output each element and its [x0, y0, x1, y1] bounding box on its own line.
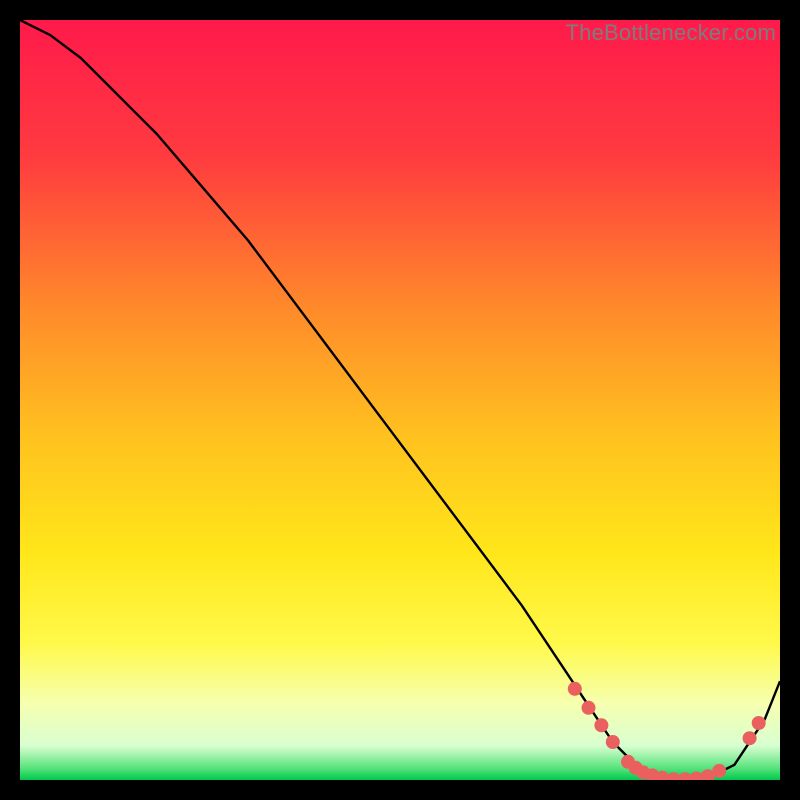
gradient-background — [20, 20, 780, 780]
data-marker — [743, 731, 757, 745]
data-marker — [606, 735, 620, 749]
data-marker — [568, 682, 582, 696]
data-marker — [582, 701, 596, 715]
data-marker — [712, 764, 726, 778]
data-marker — [752, 716, 766, 730]
data-marker — [594, 718, 608, 732]
chart-svg — [20, 20, 780, 780]
watermark-label: TheBottleneсker.com — [566, 20, 776, 46]
chart-frame: TheBottleneсker.com — [20, 20, 780, 780]
